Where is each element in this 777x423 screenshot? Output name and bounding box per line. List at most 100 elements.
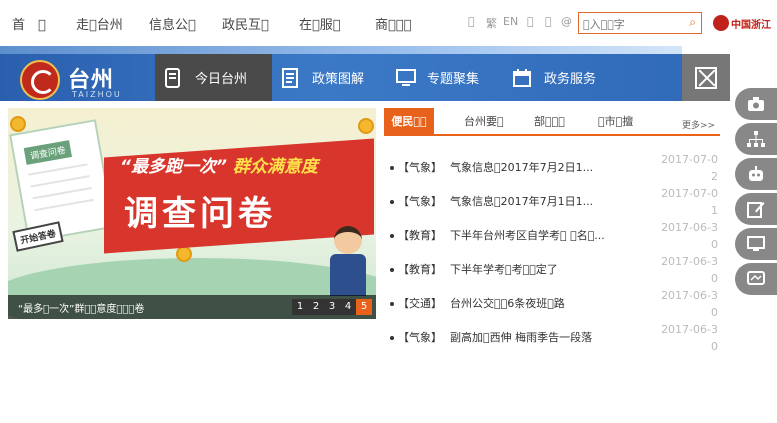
news-title[interactable]: 气象信息󰀀2017年7月1日1... [450,193,660,209]
news-title[interactable]: 下半年学考󰀀考󰀀󰀀定了 [450,261,660,277]
banner-subtitle-a: “最多跑一次” [120,157,227,177]
news-category: 【教育】 [398,263,442,276]
nav-home[interactable]: 首 󰀀 [12,14,46,33]
news-category: 【教育】 [398,229,442,242]
robot-icon [747,165,765,183]
questionnaire-paper: 调查问卷 [9,119,115,243]
desktop-button[interactable] [735,228,777,260]
paper-line [28,163,88,176]
more-link[interactable]: 更多>> [682,118,715,131]
taizhou-emblem-icon [20,60,60,100]
header-tab-today[interactable]: 今日台州 [155,54,272,101]
screen-icon [747,270,765,288]
nav-interaction[interactable]: 政民互󰀀 [222,14,269,33]
banner-caption-bar: “最多󰀀一次”群󰀀󰀀意度󰀀󰀀󰀀卷 1 2 3 4 5 [8,295,376,319]
search-icon[interactable]: ⌕ [689,15,696,30]
news-date: 2017-06-30 [661,289,718,319]
news-title[interactable]: 台州公交󰀀󰀀6条夜班󰀀路 [450,295,660,311]
monitor-icon [395,68,416,88]
bullet [390,302,394,306]
nav-online-service[interactable]: 在󰀀服󰀀 [299,14,341,33]
cartoon-head [334,226,362,254]
bullet [390,200,394,204]
main-header: 台州 TAIZHOU 今日台州 政策图解 专题聚集 政务服务 [0,54,730,101]
coin-icon [176,246,192,262]
accessibility-link[interactable]: 󰀀 [468,15,475,28]
news-tabs: 便民󰀀󰀀 台州要󰀀 部󰀀󰀀󰀀 󰀀市󰀀擅 [384,108,720,136]
news-title[interactable]: 副高加󰀀西伸 梅雨季告一段落 [450,329,660,345]
news-date: 2017-06-30 [661,323,718,353]
traditional-chinese-link[interactable]: 繁 [486,15,497,31]
portal-page: 首 󰀀 走󰀀台州 信息公󰀀 政民互󰀀 在󰀀服󰀀 商󰀀󰀀󰀀 󰀀 繁 EN 󰀀 󰀀 … [0,0,777,423]
camera-button[interactable] [735,88,777,120]
news-date: 2017-06-30 [661,255,718,285]
zhejiang-logo-text: 中国浙江 [731,19,771,31]
news-date: 2017-07-02 [661,153,718,183]
screen-button[interactable] [735,263,777,295]
page-dot-3[interactable]: 3 [324,299,340,315]
page-dot-2[interactable]: 2 [308,299,324,315]
news-title[interactable]: 下半年台州考区自学考󰀀 󰀀名󰀀... [450,227,660,243]
site-logo[interactable]: 台州 TAIZHOU [20,60,150,100]
bullet [390,234,394,238]
cartoon-body [330,254,366,296]
nav-business[interactable]: 商󰀀󰀀󰀀 [375,14,411,33]
coin-icon [10,116,26,132]
search-box: ⌕ [578,12,702,35]
banner-title: 调查问卷 [124,194,276,234]
sitemap-icon [747,130,765,148]
banner-carousel[interactable]: 调查问卷 开始答卷 “最多跑一次” 群众满意度 调查问卷 “最多󰀀一次”群󰀀󰀀意… [8,108,376,319]
zhejiang-logo[interactable]: 中国浙江 [713,13,771,33]
zhejiang-emblem-icon [713,15,729,31]
news-title[interactable]: 气象信息󰀀2017年7月2日1... [450,159,660,175]
mobile-link[interactable]: 󰀀 [527,15,534,28]
start-answer-badge: 开始答卷 [12,221,64,252]
top-nav: 首 󰀀 走󰀀台州 信息公󰀀 政民互󰀀 在󰀀服󰀀 商󰀀󰀀󰀀 󰀀 繁 EN 󰀀 󰀀 … [0,0,777,46]
tab-taizhou-news[interactable]: 台州要󰀀 [464,108,504,136]
paper-title: 调查问卷 [23,140,72,165]
news-date: 2017-07-01 [661,187,718,217]
news-category: 【交通】 [398,297,442,310]
english-link[interactable]: EN [503,15,518,28]
sitemap-button[interactable] [735,123,777,155]
news-category: 【气象】 [398,331,442,344]
banner-pager: 1 2 3 4 5 [292,299,372,315]
edit-icon [747,200,765,218]
paper-line [30,175,90,188]
camera-icon [747,95,765,113]
wechat-link[interactable]: 󰀀 [545,15,552,28]
close-button[interactable] [682,54,730,101]
bullet [390,268,394,272]
desktop-icon [747,235,765,253]
nav-info-public[interactable]: 信息公󰀀 [149,14,196,33]
header-tab-label: 今日台州 [195,72,248,87]
search-input[interactable] [579,14,679,35]
calendar-icon [512,68,532,88]
header-tab-policy[interactable]: 政策图解 [280,54,364,101]
banner-subtitle: “最多跑一次” 群众满意度 [120,152,318,177]
banner-caption[interactable]: “最多󰀀一次”群󰀀󰀀意度󰀀󰀀󰀀卷 [18,300,144,315]
logo-subtitle: TAIZHOU [72,90,122,99]
email-link[interactable]: @ [561,15,572,28]
nav-about-taizhou[interactable]: 走󰀀台州 [76,14,123,33]
tab-counties[interactable]: 󰀀市󰀀擅 [598,108,633,136]
news-category: 【气象】 [398,195,442,208]
page-dot-5[interactable]: 5 [356,299,372,315]
header-tab-topics[interactable]: 专题聚集 [395,54,479,101]
phone-news-icon [163,67,183,88]
coin-icon [358,118,374,134]
news-category: 【气象】 [398,161,442,174]
tab-convenience[interactable]: 便民󰀀󰀀 [384,108,434,136]
robot-button[interactable] [735,158,777,190]
tab-departments[interactable]: 部󰀀󰀀󰀀 [534,108,565,136]
close-icon [695,66,717,89]
header-stripe [0,46,682,54]
banner-subtitle-b: 群众满意度 [232,157,318,177]
paper-line [34,198,94,212]
edit-button[interactable] [735,193,777,225]
page-dot-4[interactable]: 4 [340,299,356,315]
page-dot-1[interactable]: 1 [292,299,308,315]
header-tab-label: 政务服务 [544,72,597,87]
header-tab-services[interactable]: 政务服务 [512,54,596,101]
list-item[interactable]: 【气象】 副高加󰀀西伸 梅雨季告一段落 2017-06-30 [390,323,720,361]
